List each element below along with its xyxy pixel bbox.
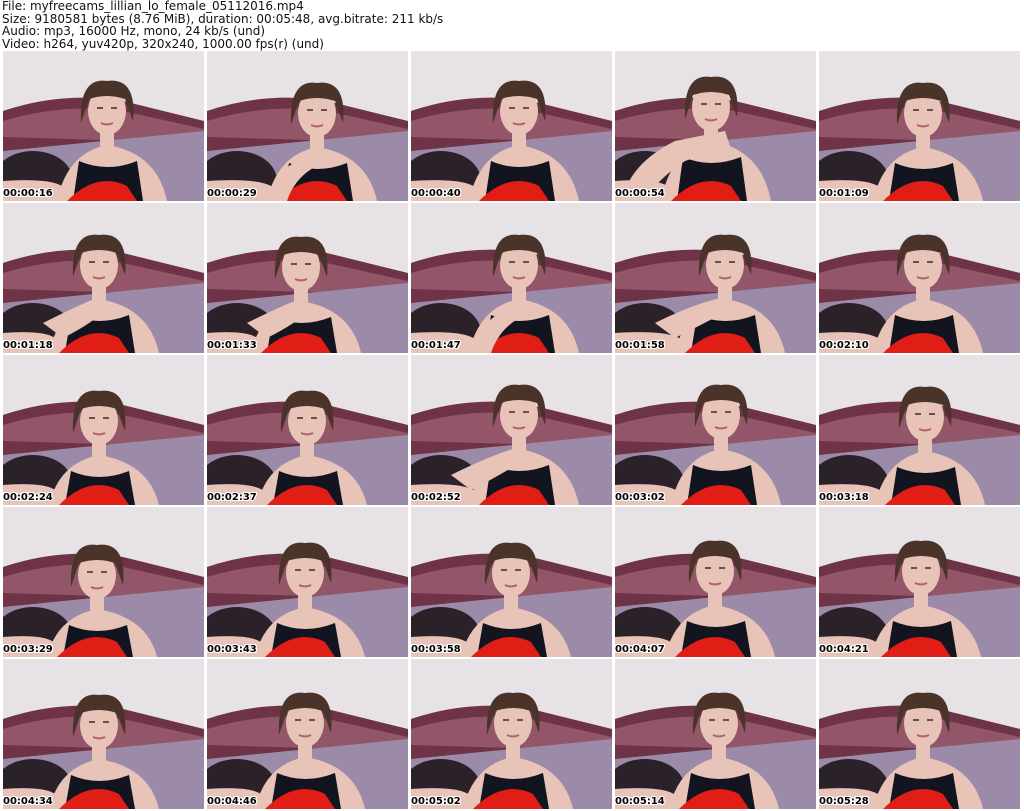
timestamp-label: 00:04:46: [207, 796, 257, 807]
frame-image: [819, 659, 1020, 809]
frame-image: [411, 659, 612, 809]
video-thumbnail: 00:00:29: [207, 51, 408, 201]
frame-image: [3, 355, 204, 505]
frame-image: [411, 507, 612, 657]
video-thumbnail: 00:03:02: [615, 355, 816, 505]
frame-image: [3, 51, 204, 201]
timestamp-label: 00:00:40: [411, 188, 461, 199]
frame-image: [207, 507, 408, 657]
video-thumbnail: 00:01:09: [819, 51, 1020, 201]
timestamp-label: 00:04:21: [819, 644, 869, 655]
video-thumbnail: 00:00:40: [411, 51, 612, 201]
frame-image: [411, 51, 612, 201]
video-info-line: Video: h264, yuv420p, 320x240, 1000.00 f…: [2, 36, 324, 51]
thumbnail-grid: 00:00:16 00:00:29 00:00:40 00:00:54 00:0…: [3, 51, 1020, 809]
frame-image: [819, 507, 1020, 657]
timestamp-label: 00:01:33: [207, 340, 257, 351]
video-thumbnail: 00:04:07: [615, 507, 816, 657]
video-thumbnail: 00:00:16: [3, 51, 204, 201]
frame-image: [207, 51, 408, 201]
frame-image: [3, 507, 204, 657]
timestamp-label: 00:02:37: [207, 492, 257, 503]
video-thumbnail: 00:04:21: [819, 507, 1020, 657]
frame-image: [411, 203, 612, 353]
video-thumbnail: 00:02:10: [819, 203, 1020, 353]
video-thumbnail: 00:03:43: [207, 507, 408, 657]
video-thumbnail: 00:04:34: [3, 659, 204, 809]
video-thumbnail: 00:03:18: [819, 355, 1020, 505]
file-info-header: File: myfreecams_lillian_lo_female_05112…: [0, 0, 1024, 50]
frame-image: [819, 51, 1020, 201]
frame-image: [411, 355, 612, 505]
timestamp-label: 00:03:29: [3, 644, 53, 655]
timestamp-label: 00:01:58: [615, 340, 665, 351]
audio-info-line: Audio: mp3, 16000 Hz, mono, 24 kb/s (und…: [2, 24, 266, 38]
timestamp-label: 00:01:47: [411, 340, 461, 351]
timestamp-label: 00:03:43: [207, 644, 257, 655]
frame-image: [615, 659, 816, 809]
frame-image: [3, 203, 204, 353]
video-thumbnail: 00:00:54: [615, 51, 816, 201]
timestamp-label: 00:05:14: [615, 796, 665, 807]
video-thumbnail: 00:05:14: [615, 659, 816, 809]
file-name-line: File: myfreecams_lillian_lo_female_05112…: [2, 0, 304, 13]
video-thumbnail: 00:03:58: [411, 507, 612, 657]
video-thumbnail: 00:01:18: [3, 203, 204, 353]
video-thumbnail: 00:02:24: [3, 355, 204, 505]
video-thumbnail: 00:01:33: [207, 203, 408, 353]
video-thumbnail: 00:03:29: [3, 507, 204, 657]
timestamp-label: 00:01:18: [3, 340, 53, 351]
timestamp-label: 00:04:34: [3, 796, 53, 807]
video-thumbnail: 00:02:37: [207, 355, 408, 505]
timestamp-label: 00:02:24: [3, 492, 53, 503]
frame-image: [615, 355, 816, 505]
video-thumbnail: 00:05:28: [819, 659, 1020, 809]
frame-image: [615, 507, 816, 657]
timestamp-label: 00:02:52: [411, 492, 461, 503]
timestamp-label: 00:00:54: [615, 188, 665, 199]
timestamp-label: 00:00:29: [207, 188, 257, 199]
frame-image: [615, 51, 816, 201]
video-thumbnail: 00:01:47: [411, 203, 612, 353]
timestamp-label: 00:05:02: [411, 796, 461, 807]
frame-image: [207, 355, 408, 505]
video-thumbnail: 00:01:58: [615, 203, 816, 353]
timestamp-label: 00:01:09: [819, 188, 869, 199]
frame-image: [207, 659, 408, 809]
timestamp-label: 00:02:10: [819, 340, 869, 351]
video-thumbnail: 00:04:46: [207, 659, 408, 809]
frame-image: [615, 203, 816, 353]
timestamp-label: 00:00:16: [3, 188, 53, 199]
timestamp-label: 00:03:02: [615, 492, 665, 503]
frame-image: [819, 203, 1020, 353]
video-thumbnail: 00:02:52: [411, 355, 612, 505]
frame-image: [3, 659, 204, 809]
timestamp-label: 00:03:58: [411, 644, 461, 655]
frame-image: [819, 355, 1020, 505]
timestamp-label: 00:05:28: [819, 796, 869, 807]
video-thumbnail: 00:05:02: [411, 659, 612, 809]
frame-image: [207, 203, 408, 353]
timestamp-label: 00:04:07: [615, 644, 665, 655]
timestamp-label: 00:03:18: [819, 492, 869, 503]
